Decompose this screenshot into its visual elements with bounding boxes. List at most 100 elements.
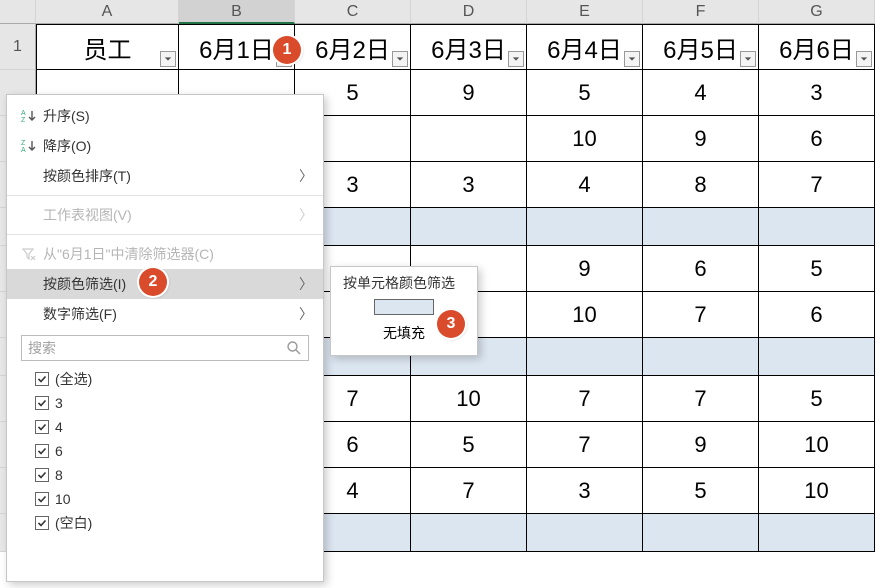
cell[interactable]: 7	[643, 376, 759, 422]
cell[interactable]	[759, 514, 875, 552]
search-icon	[286, 340, 302, 356]
cell[interactable]: 10	[759, 422, 875, 468]
sort-asc-icon: AZ	[21, 108, 43, 124]
cell[interactable]: 9	[527, 246, 643, 292]
cell-text: 6月2日	[315, 30, 390, 65]
cell[interactable]: 3	[759, 70, 875, 116]
cell-F1[interactable]: 6月5日	[643, 24, 759, 70]
col-header-G[interactable]: G	[759, 0, 875, 24]
filter-dropdown-icon[interactable]	[856, 51, 872, 67]
number-filter-item[interactable]: 数字筛选(F) 〉	[7, 299, 323, 329]
cell[interactable]	[759, 338, 875, 376]
cell[interactable]: 7	[643, 292, 759, 338]
checkbox-icon	[35, 516, 49, 530]
callout-3: 3	[437, 310, 465, 338]
filter-value-item[interactable]: 4	[35, 415, 309, 439]
col-header-F[interactable]: F	[643, 0, 759, 24]
sort-asc-item[interactable]: AZ 升序(S)	[7, 101, 323, 131]
cell[interactable]: 10	[411, 376, 527, 422]
cell[interactable]	[643, 514, 759, 552]
cell[interactable]: 7	[759, 162, 875, 208]
col-header-B[interactable]: B	[179, 0, 295, 24]
cell[interactable]	[643, 338, 759, 376]
cell[interactable]: 3	[527, 468, 643, 514]
col-header-C[interactable]: C	[295, 0, 411, 24]
cell[interactable]	[759, 208, 875, 246]
select-all-corner[interactable]	[0, 0, 36, 24]
chevron-right-icon: 〉	[299, 274, 313, 294]
filter-value-item[interactable]: (全选)	[35, 367, 309, 391]
cell[interactable]	[527, 514, 643, 552]
filter-value-label: 4	[55, 419, 63, 435]
cell[interactable]: 7	[527, 422, 643, 468]
checkbox-icon	[35, 492, 49, 506]
cell-text: 6月6日	[779, 30, 854, 65]
filter-value-item[interactable]: (空白)	[35, 511, 309, 535]
filter-value-item[interactable]: 6	[35, 439, 309, 463]
cell-G1[interactable]: 6月6日	[759, 24, 875, 70]
cell[interactable]: 8	[643, 162, 759, 208]
search-placeholder: 搜索	[28, 338, 56, 358]
filter-dropdown-icon[interactable]	[160, 51, 176, 67]
cell-C1[interactable]: 6月2日	[295, 24, 411, 70]
cell[interactable]: 10	[527, 292, 643, 338]
col-header-A[interactable]: A	[36, 0, 179, 24]
cell[interactable]: 5	[527, 70, 643, 116]
cell[interactable]: 10	[527, 116, 643, 162]
cell[interactable]: 9	[411, 70, 527, 116]
filter-value-item[interactable]: 8	[35, 463, 309, 487]
cell[interactable]: 6	[643, 246, 759, 292]
sort-desc-item[interactable]: ZA 降序(O)	[7, 131, 323, 161]
filter-dropdown-icon[interactable]	[624, 51, 640, 67]
cell[interactable]: 4	[643, 70, 759, 116]
cell[interactable]: 5	[643, 468, 759, 514]
menu-label: 降序(O)	[43, 136, 313, 156]
cell[interactable]: 9	[643, 116, 759, 162]
filter-value-item[interactable]: 3	[35, 391, 309, 415]
filter-value-label: 6	[55, 443, 63, 459]
checkbox-icon	[35, 396, 49, 410]
cell-E1[interactable]: 6月4日	[527, 24, 643, 70]
cell-text: 6月5日	[663, 30, 738, 65]
clear-filter-item: 从"6月1日"中清除筛选器(C)	[7, 239, 323, 269]
cell[interactable]: 5	[759, 376, 875, 422]
cell[interactable]: 5	[411, 422, 527, 468]
cell-text: 6月1日	[199, 30, 274, 65]
cell[interactable]	[527, 208, 643, 246]
checkbox-icon	[35, 468, 49, 482]
cell[interactable]: 7	[411, 468, 527, 514]
chevron-right-icon: 〉	[299, 166, 313, 186]
filter-search-input[interactable]: 搜索	[21, 335, 309, 361]
cell[interactable]: 9	[643, 422, 759, 468]
col-header-D[interactable]: D	[411, 0, 527, 24]
color-swatch-option[interactable]	[374, 299, 434, 315]
filter-dropdown-icon[interactable]	[392, 51, 408, 67]
cell[interactable]: 5	[759, 246, 875, 292]
menu-label: 按颜色筛选(I)	[43, 274, 299, 294]
col-header-E[interactable]: E	[527, 0, 643, 24]
submenu-header: 按单元格颜色筛选	[331, 273, 477, 299]
cell[interactable]	[411, 514, 527, 552]
cell[interactable]: 6	[759, 292, 875, 338]
cell[interactable]: 3	[411, 162, 527, 208]
cell[interactable]: 10	[759, 468, 875, 514]
row-header-1[interactable]: 1	[0, 24, 36, 70]
menu-separator	[7, 195, 323, 196]
cell-A1[interactable]: 员工	[36, 24, 179, 70]
cell[interactable]: 6	[759, 116, 875, 162]
cell-text: 6月3日	[431, 30, 506, 65]
svg-text:Z: Z	[21, 117, 26, 124]
cell[interactable]	[643, 208, 759, 246]
filter-dropdown-icon[interactable]	[740, 51, 756, 67]
cell[interactable]: 7	[527, 376, 643, 422]
filter-value-item[interactable]: 10	[35, 487, 309, 511]
cell[interactable]	[411, 116, 527, 162]
sort-by-color-item[interactable]: 按颜色排序(T) 〉	[7, 161, 323, 191]
filter-dropdown-icon[interactable]	[508, 51, 524, 67]
filter-menu: AZ 升序(S) ZA 降序(O) 按颜色排序(T) 〉 工作表视图(V) 〉 …	[6, 94, 324, 582]
cell[interactable]: 4	[527, 162, 643, 208]
cell[interactable]	[411, 208, 527, 246]
cell[interactable]	[527, 338, 643, 376]
menu-separator	[7, 234, 323, 235]
cell-D1[interactable]: 6月3日	[411, 24, 527, 70]
